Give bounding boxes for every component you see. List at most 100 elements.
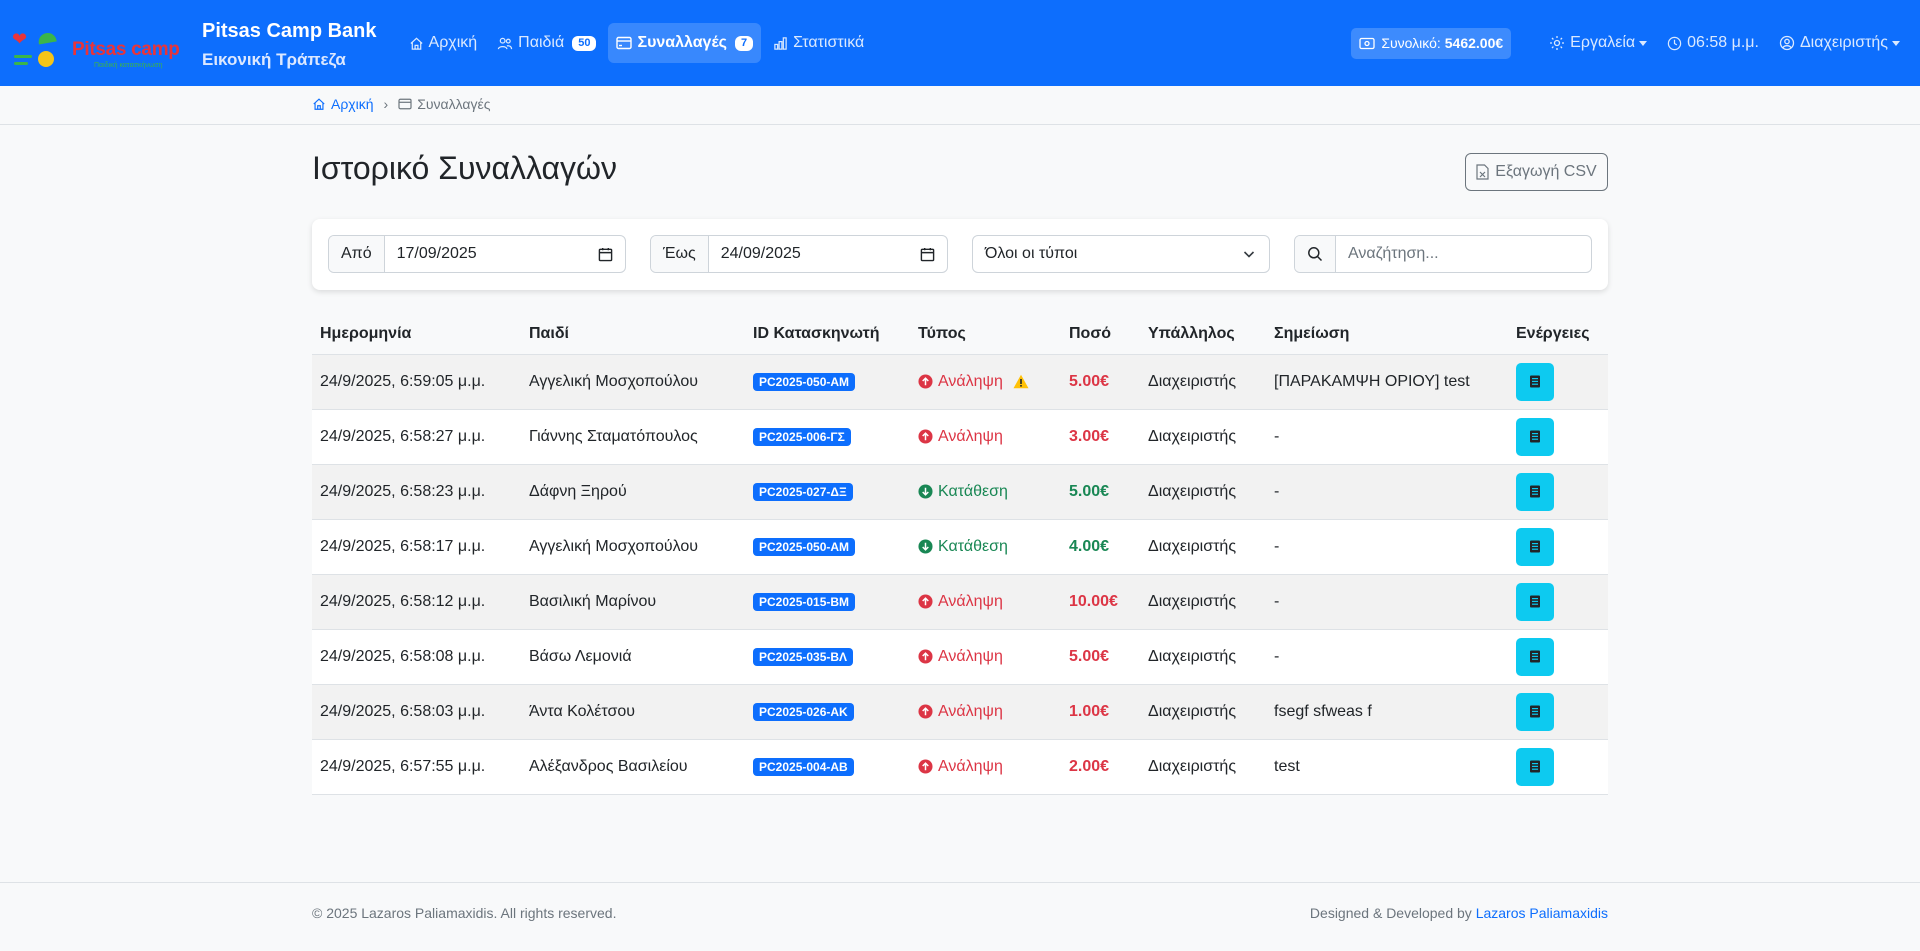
- type-label: Κατάθεση: [938, 482, 1008, 500]
- camper-id-badge: PC2025-035-ΒΛ: [753, 647, 854, 666]
- house-icon: [409, 37, 423, 50]
- user-circle-icon: [1779, 35, 1795, 51]
- wave-icon: [14, 55, 32, 58]
- date-from-input[interactable]: 17/09/2025: [385, 236, 625, 272]
- cell-date: 24/9/2025, 6:59:05 μ.μ.: [312, 354, 521, 410]
- view-receipt-button[interactable]: [1516, 362, 1554, 401]
- cell-child: Βάσω Λεμονιά: [521, 629, 745, 685]
- type-label: Κατάθεση: [938, 537, 1008, 555]
- user-dropdown[interactable]: Διαχειριστής: [1779, 34, 1900, 52]
- cell-type: Κατάθεση: [910, 519, 1061, 575]
- view-receipt-button[interactable]: [1516, 747, 1554, 786]
- type-label: Ανάληψη: [938, 757, 1003, 775]
- view-receipt-button[interactable]: [1516, 527, 1554, 566]
- cell-type: Ανάληψη: [910, 684, 1061, 740]
- top-navbar: ❤ Pitsas camp Παιδική κατασκήνωση Pitsas…: [0, 0, 1920, 86]
- view-receipt-button[interactable]: [1516, 472, 1554, 511]
- column-header: Σημείωση: [1266, 314, 1508, 355]
- calendar-icon[interactable]: [920, 247, 935, 262]
- nav-item-home[interactable]: Αρχική: [401, 23, 486, 63]
- page-title: Ιστορικό Συναλλαγών: [312, 150, 618, 186]
- export-csv-label: Εξαγωγή CSV: [1495, 163, 1597, 180]
- receipt-icon: [1530, 705, 1540, 718]
- table-row: 24/9/2025, 6:58:27 μ.μ. Γιάννης Σταματόπ…: [312, 409, 1608, 465]
- table-row: 24/9/2025, 6:58:17 μ.μ. Αγγελική Μοσχοπο…: [312, 519, 1608, 575]
- breadcrumb-home-label: Αρχική: [331, 96, 374, 112]
- cell-camper-id: PC2025-027-ΔΞ: [745, 464, 910, 520]
- nav-item-transactions[interactable]: Συναλλαγές 7: [608, 23, 762, 63]
- user-label: Διαχειριστής: [1799, 34, 1888, 51]
- cell-amount: 1.00€: [1061, 684, 1140, 740]
- date-from-group: Από 17/09/2025: [328, 235, 626, 273]
- credit-card-icon: [398, 98, 412, 110]
- view-receipt-button[interactable]: [1516, 417, 1554, 456]
- amount-value: 5.00€: [1069, 372, 1110, 390]
- cell-camper-id: PC2025-006-ΓΣ: [745, 409, 910, 465]
- amount-value: 3.00€: [1069, 427, 1110, 445]
- cell-amount: 10.00€: [1061, 574, 1140, 630]
- arrow-up-circle-icon: [918, 429, 933, 444]
- amount-value: 4.00€: [1069, 537, 1110, 555]
- cell-amount: 5.00€: [1061, 354, 1140, 410]
- cell-actions: [1508, 574, 1608, 630]
- column-header: Υπάλληλος: [1140, 314, 1266, 355]
- nav-item-statistics[interactable]: Στατιστικά: [765, 23, 872, 63]
- people-icon: [497, 37, 513, 49]
- table-row: 24/9/2025, 6:58:23 μ.μ. Δάφνη Ξηρού PC20…: [312, 464, 1608, 520]
- transactions-count-badge: 7: [735, 35, 754, 51]
- cell-note: [ΠΑΡΑΚΑΜΨΗ ΟΡΙΟΥ] test: [1266, 354, 1508, 410]
- type-label: Ανάληψη: [938, 372, 1003, 390]
- nav-label-statistics: Στατιστικά: [793, 34, 865, 51]
- amount-value: 2.00€: [1069, 757, 1110, 775]
- camper-id-badge: PC2025-015-ΒΜ: [753, 592, 856, 611]
- cell-camper-id: PC2025-050-ΑΜ: [745, 519, 910, 575]
- receipt-icon: [1530, 595, 1540, 608]
- cell-note: -: [1266, 629, 1508, 685]
- calendar-icon[interactable]: [598, 247, 613, 262]
- date-from-label: Από: [329, 236, 385, 272]
- nav-item-children[interactable]: Παιδιά 50: [489, 23, 604, 63]
- search-icon: [1308, 247, 1323, 262]
- gear-icon: [1550, 36, 1565, 50]
- cell-amount: 2.00€: [1061, 739, 1140, 795]
- breadcrumb-home[interactable]: Αρχική: [312, 96, 374, 112]
- export-csv-button[interactable]: Εξαγωγή CSV: [1465, 153, 1608, 191]
- cell-amount: 3.00€: [1061, 409, 1140, 465]
- column-header: Παιδί: [521, 314, 745, 355]
- type-label: Ανάληψη: [938, 427, 1003, 445]
- nav-label-transactions: Συναλλαγές: [637, 34, 727, 51]
- camper-id-badge: PC2025-050-ΑΜ: [753, 372, 856, 391]
- cell-child: Βασιλική Μαρίνου: [521, 574, 745, 630]
- cash-icon: [1359, 37, 1375, 49]
- camper-id-badge: PC2025-026-ΑΚ: [753, 702, 854, 721]
- arrow-up-circle-icon: [918, 594, 933, 609]
- type-label: Ανάληψη: [938, 592, 1003, 610]
- nav-label-home: Αρχική: [428, 34, 478, 51]
- table-row: 24/9/2025, 6:58:08 μ.μ. Βάσω Λεμονιά PC2…: [312, 629, 1608, 685]
- credit-author-link[interactable]: Lazaros Paliamaxidis: [1476, 905, 1608, 921]
- house-icon: [313, 98, 325, 110]
- arrow-up-circle-icon: [918, 704, 933, 719]
- view-receipt-button[interactable]: [1516, 582, 1554, 621]
- view-receipt-button[interactable]: [1516, 637, 1554, 676]
- arrow-down-circle-icon: [918, 484, 933, 499]
- cell-child: Άντα Κολέτσου: [521, 684, 745, 740]
- arrow-down-circle-icon: [918, 539, 933, 554]
- type-filter-select[interactable]: Όλοι οι τύποι: [972, 235, 1270, 273]
- search-input[interactable]: Αναζήτηση...: [1336, 236, 1591, 272]
- cell-date: 24/9/2025, 6:58:03 μ.μ.: [312, 684, 521, 740]
- table-row: 24/9/2025, 6:57:55 μ.μ. Αλέξανδρος Βασιλ…: [312, 739, 1608, 795]
- view-receipt-button[interactable]: [1516, 692, 1554, 731]
- column-header: ID Κατασκηνωτή: [745, 314, 910, 355]
- credit-card-icon: [616, 36, 633, 50]
- date-to-input[interactable]: 24/09/2025: [709, 236, 947, 272]
- brand[interactable]: ❤ Pitsas camp Παιδική κατασκήνωση Pitsas…: [10, 13, 377, 73]
- tools-dropdown[interactable]: Εργαλεία: [1549, 34, 1648, 52]
- cell-actions: [1508, 464, 1608, 520]
- receipt-icon: [1530, 375, 1540, 388]
- credit-text: Designed & Developed by Lazaros Paliamax…: [1310, 905, 1608, 921]
- nav-label-children: Παιδιά: [518, 34, 565, 51]
- brand-title: Pitsas Camp Bank: [202, 19, 377, 42]
- camper-id-badge: PC2025-004-ΑΒ: [753, 757, 854, 776]
- chevron-down-icon: [1892, 40, 1900, 46]
